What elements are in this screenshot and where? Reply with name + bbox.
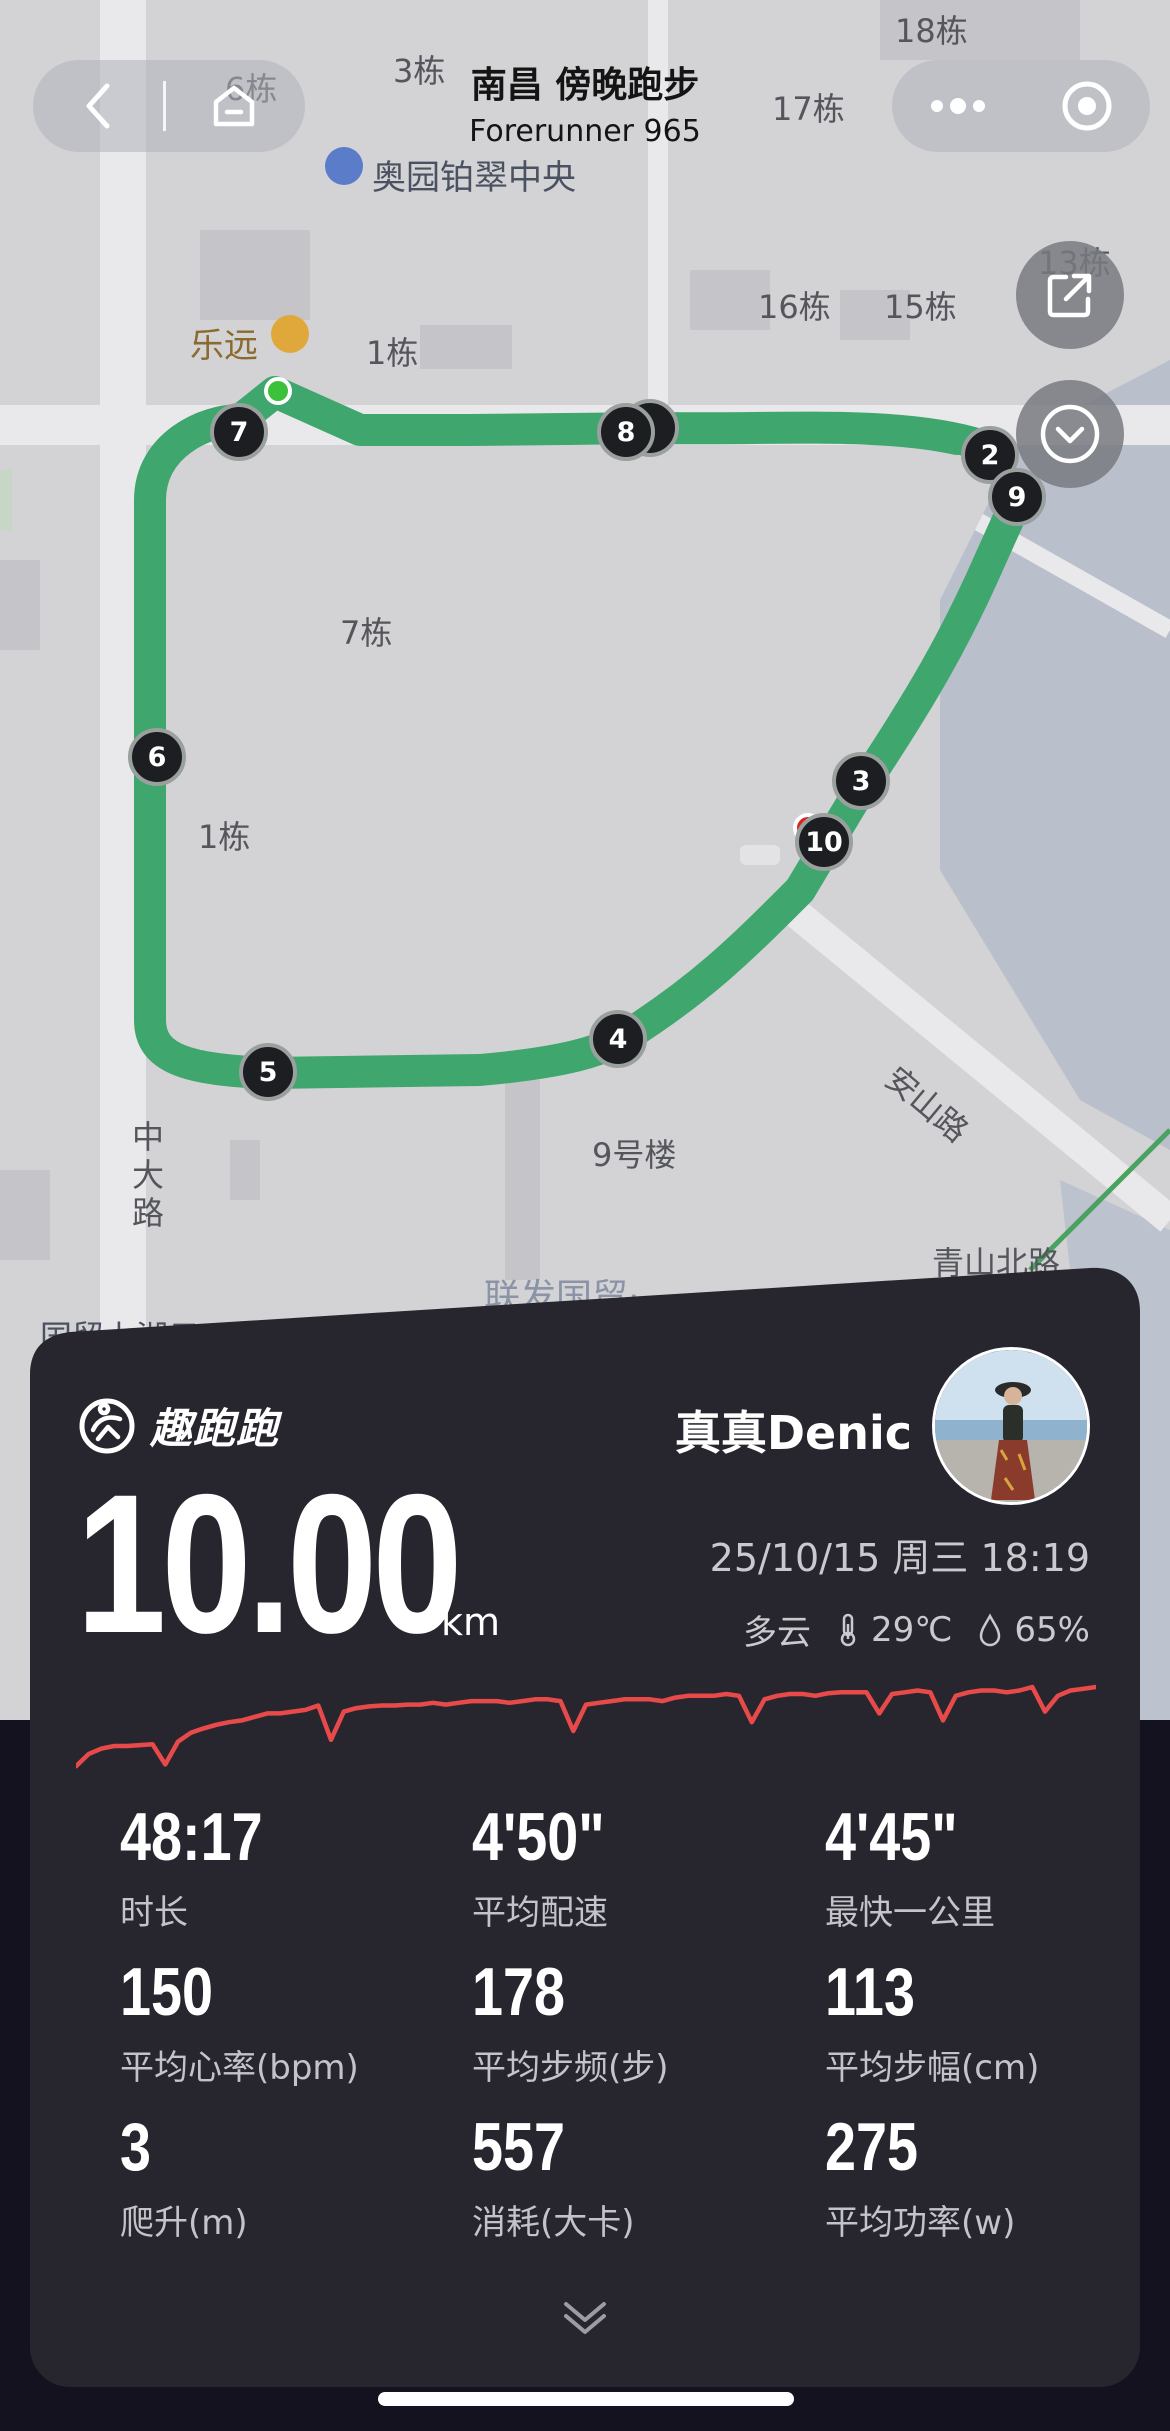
more-button[interactable]	[892, 60, 1024, 152]
shop-icon	[271, 315, 309, 353]
poi-label: 奥园铂翠中央	[372, 158, 576, 198]
stat-label: 平均步幅(cm)	[825, 2048, 1040, 2088]
poi-leyuan-label: 乐远	[190, 326, 258, 366]
stat-calories: 557 消耗(大卡)	[472, 2113, 772, 2244]
home-indicator[interactable]	[378, 2392, 794, 2406]
more-dots-icon	[931, 98, 985, 114]
stat-fastest-km: 4'45" 最快一公里	[825, 1803, 1125, 1934]
map-label: 9号楼	[592, 1136, 677, 1174]
nav-capsule	[33, 60, 305, 152]
map-label: 7栋	[340, 614, 393, 652]
run-summary-card: 趣跑跑 真真Denic 10.00 km 25/10/15 周三 18:19 多…	[30, 1265, 1140, 2387]
map-label: 16栋	[758, 288, 831, 326]
stat-value: 4'50"	[472, 1799, 605, 1875]
stat-label: 最快一公里	[825, 1893, 995, 1933]
stat-label: 爬升(m)	[120, 2203, 248, 2243]
stat-power: 275 平均功率(w)	[825, 2113, 1125, 2244]
temperature: 29℃	[870, 1609, 953, 1650]
share-icon	[1047, 273, 1092, 318]
humidity-drop-icon	[980, 1612, 1001, 1646]
map-label: 15栋	[884, 288, 957, 326]
pace-chart	[76, 1684, 1096, 1769]
collapse-button[interactable]	[1016, 380, 1124, 488]
km-marker[interactable]: 3	[832, 752, 890, 810]
home-button[interactable]	[166, 60, 302, 152]
map-label: 18栋	[895, 12, 968, 50]
stat-value: 275	[825, 2109, 919, 2185]
km-marker[interactable]: 4	[589, 1010, 647, 1068]
map-label: 1栋	[198, 818, 251, 856]
poi-olympic: 奥园铂翠中央	[372, 150, 576, 199]
run-datetime: 25/10/15 周三 18:19	[709, 1536, 1090, 1580]
stat-label: 平均功率(w)	[825, 2203, 1016, 2243]
menu-capsule	[892, 60, 1150, 152]
stat-cadence: 178 平均步频(步)	[472, 1958, 772, 2089]
stat-value: 178	[472, 1954, 566, 2030]
home-icon	[213, 85, 255, 127]
back-button[interactable]	[33, 60, 163, 152]
brand: 趣跑跑	[78, 1395, 279, 1456]
stat-label: 平均步频(步)	[472, 2048, 669, 2088]
weather-info: 多云 29℃ 65%	[743, 1605, 1090, 1654]
chevron-left-icon	[86, 83, 110, 129]
stat-avg-pace: 4'50" 平均配速	[472, 1803, 772, 1934]
avatar-image	[935, 1350, 1087, 1502]
stat-value: 4'45"	[825, 1799, 958, 1875]
user-name: 真真Denic	[674, 1406, 912, 1460]
stat-value: 48:17	[120, 1799, 263, 1875]
target-icon	[1062, 81, 1112, 131]
stat-heart-rate: 150 平均心率(bpm)	[120, 1958, 420, 2089]
brand-logo-icon	[79, 1398, 135, 1453]
km-marker[interactable]: 10	[795, 813, 853, 871]
stat-label: 平均心率(bpm)	[120, 2048, 359, 2088]
start-point	[264, 377, 292, 405]
thermometer-icon	[840, 1613, 856, 1646]
stat-value: 3	[120, 2109, 152, 2185]
stat-duration: 48:17 时长	[120, 1803, 420, 1934]
km-marker[interactable]: 6	[128, 728, 186, 786]
map-label: 1栋	[366, 334, 419, 372]
title-block: 南昌 傍晚跑步 Forerunner 965	[385, 56, 785, 149]
page-title: 南昌 傍晚跑步	[470, 65, 700, 106]
brand-name: 趣跑跑	[150, 1404, 280, 1453]
expand-button[interactable]	[562, 2298, 608, 2342]
double-chevron-down-icon	[564, 2302, 606, 2334]
km-marker[interactable]: 5	[239, 1043, 297, 1101]
km-marker[interactable]: 8	[597, 403, 655, 461]
stat-label: 时长	[120, 1893, 188, 1933]
house-icon	[325, 147, 363, 185]
close-button[interactable]	[1024, 60, 1150, 152]
share-button[interactable]	[1016, 241, 1124, 349]
stat-stride: 113 平均步幅(cm)	[825, 1958, 1125, 2089]
weather-condition: 多云	[742, 1613, 811, 1653]
road-label: 中大路	[132, 1118, 165, 1232]
stat-elevation: 3 爬升(m)	[120, 2113, 420, 2244]
distance-unit: km	[441, 1600, 501, 1644]
stat-label: 消耗(大卡)	[472, 2203, 635, 2243]
avatar[interactable]	[932, 1347, 1090, 1505]
stat-label: 平均配速	[472, 1893, 608, 1933]
stat-value: 150	[120, 1954, 214, 2030]
pace-line	[76, 1684, 1096, 1769]
device-name: Forerunner 965	[469, 114, 701, 149]
chevron-down-circle-icon	[1040, 404, 1100, 464]
stat-value: 113	[825, 1954, 915, 2030]
km-marker[interactable]: 7	[210, 403, 268, 461]
humidity: 65%	[1014, 1609, 1090, 1650]
distance-value: 10.00	[76, 1453, 463, 1674]
stat-value: 557	[472, 2109, 566, 2185]
